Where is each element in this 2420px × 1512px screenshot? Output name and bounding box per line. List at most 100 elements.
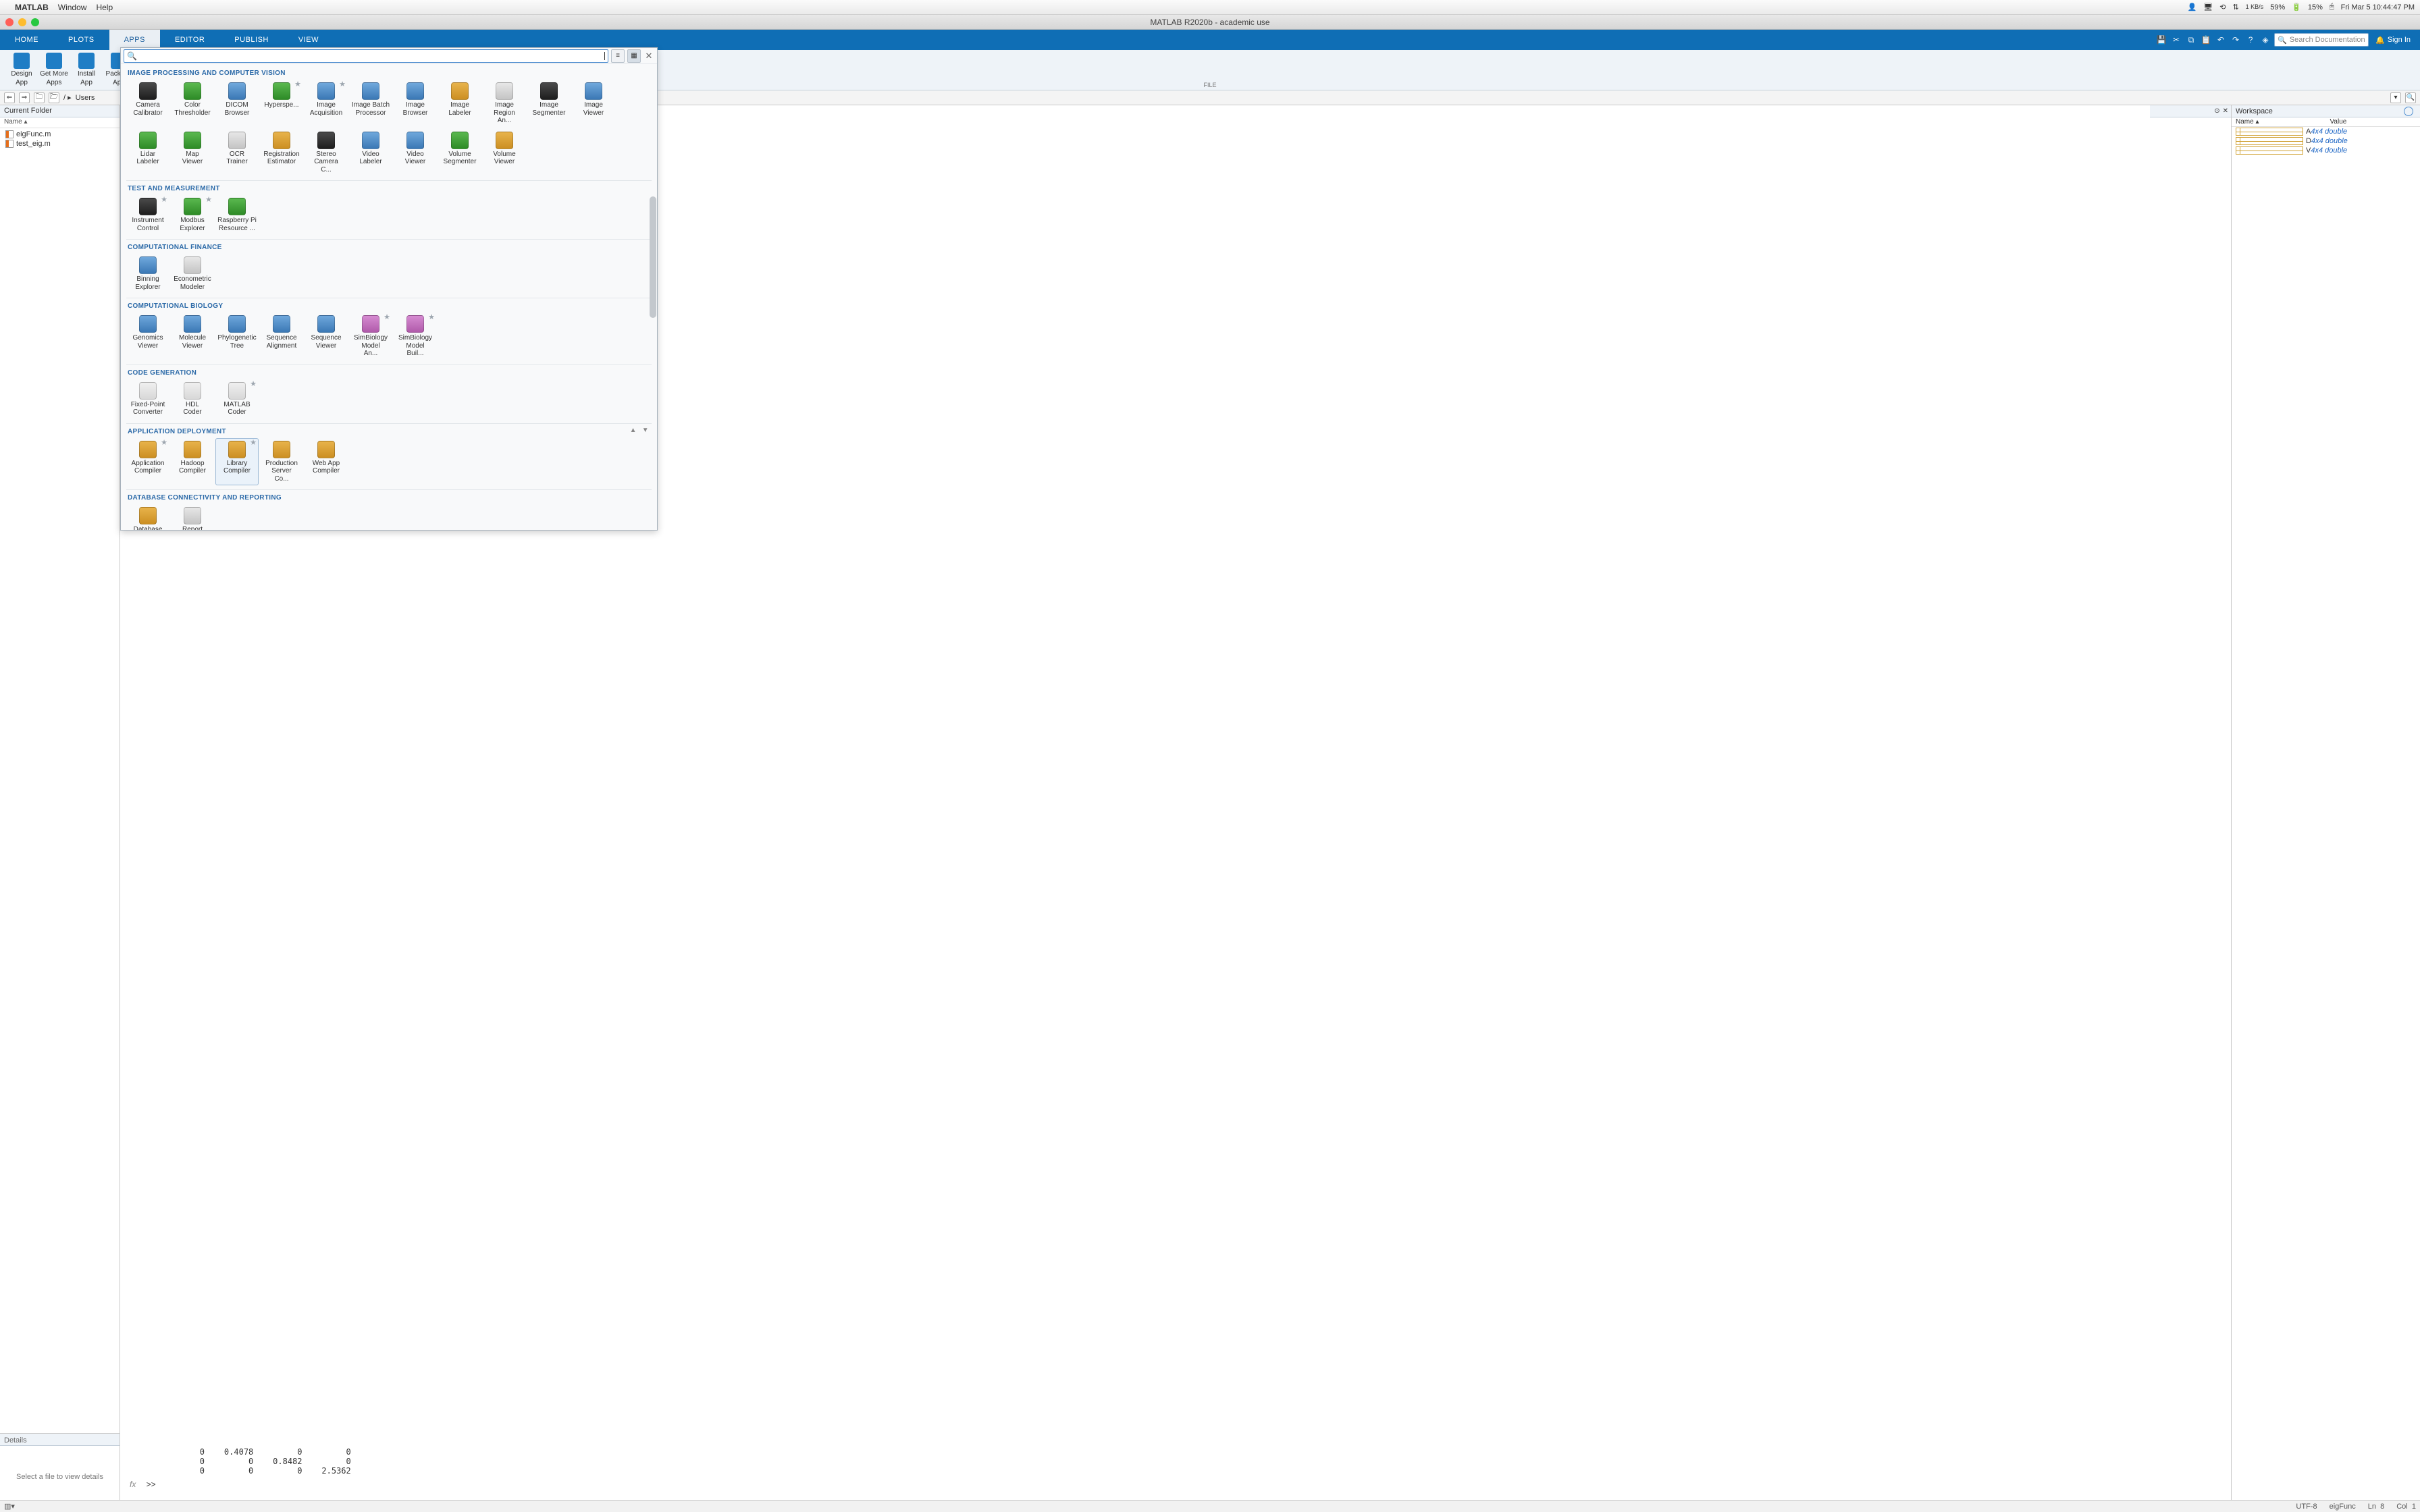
- favorite-star-icon[interactable]: ★: [161, 196, 167, 205]
- app-binning-explorer[interactable]: BinningExplorer: [126, 254, 169, 294]
- favorite-star-icon[interactable]: ★: [250, 439, 257, 448]
- command-prompt[interactable]: fx >>: [130, 1480, 156, 1489]
- app-image-browser[interactable]: ImageBrowser: [394, 80, 437, 128]
- app-ocr-trainer[interactable]: OCRTrainer: [215, 129, 259, 177]
- display-icon[interactable]: 🖥: [2203, 3, 2213, 11]
- browse-button[interactable]: 🗁: [49, 92, 59, 103]
- app-registration-estimator[interactable]: RegistrationEstimator: [260, 129, 303, 177]
- current-folder-name-col[interactable]: Name ▴: [0, 117, 120, 128]
- app-genomics-viewer[interactable]: GenomicsViewer: [126, 313, 169, 360]
- app-volume-segmenter[interactable]: VolumeSegmenter: [438, 129, 481, 177]
- save-icon[interactable]: 💾: [2155, 34, 2167, 46]
- app-lidar-labeler[interactable]: LidarLabeler: [126, 129, 169, 177]
- app-image-region-an-[interactable]: Image RegionAn...: [483, 80, 526, 128]
- gallery-search-field[interactable]: [140, 52, 601, 60]
- paste-icon[interactable]: 📋: [2200, 34, 2212, 46]
- favorite-star-icon[interactable]: ★: [339, 80, 346, 89]
- help-icon[interactable]: ?: [2244, 34, 2257, 46]
- app-library-compiler[interactable]: ★LibraryCompiler: [215, 438, 259, 486]
- battery-1-icon[interactable]: 🔋: [2292, 3, 2301, 11]
- app-database-explorer[interactable]: DatabaseExplorer: [126, 504, 169, 530]
- path-sep[interactable]: / ▸: [63, 93, 72, 102]
- app-modbus-explorer[interactable]: ★ModbusExplorer: [171, 195, 214, 235]
- app-simbiology-model-buil-[interactable]: ★SimBiology ModelBuil...: [394, 313, 437, 360]
- workspace-col-name[interactable]: Name ▴: [2232, 117, 2326, 126]
- app-map-viewer[interactable]: MapViewer: [171, 129, 214, 177]
- file-item[interactable]: eigFunc.m: [3, 130, 117, 139]
- app-dicom-browser[interactable]: DICOMBrowser: [215, 80, 259, 128]
- sign-in-button[interactable]: 🔔 Sign In: [2371, 36, 2415, 45]
- workspace-var-row[interactable]: D4x4 double: [2232, 136, 2420, 146]
- path-search-button[interactable]: 🔍: [2405, 92, 2416, 103]
- tab-plots[interactable]: PLOTS: [53, 30, 109, 50]
- workspace-var-row[interactable]: A4x4 double: [2232, 127, 2420, 136]
- favorite-star-icon[interactable]: ★: [428, 313, 435, 322]
- zoom-window-button[interactable]: [31, 18, 39, 26]
- undo-icon[interactable]: ↶: [2215, 34, 2227, 46]
- favorite-star-icon[interactable]: ★: [294, 80, 301, 89]
- gallery-body[interactable]: IMAGE PROCESSING AND COMPUTER VISIONCame…: [121, 64, 657, 530]
- close-panel-icon[interactable]: ✕: [2223, 107, 2228, 115]
- copy-icon[interactable]: ⧉: [2185, 34, 2197, 46]
- app-report-generator[interactable]: ReportGenerator: [171, 504, 214, 530]
- view-list-button[interactable]: ≡: [611, 49, 625, 63]
- fx-icon[interactable]: fx: [130, 1480, 136, 1489]
- app-image-acquisition[interactable]: ★ImageAcquisition: [305, 80, 348, 128]
- minimize-panel-icon[interactable]: ⊙: [2214, 107, 2219, 115]
- sync-icon[interactable]: ⟲: [2219, 3, 2226, 11]
- app-application-compiler[interactable]: ★ApplicationCompiler: [126, 438, 169, 486]
- close-window-button[interactable]: [5, 18, 14, 26]
- app-hdl-coder[interactable]: HDLCoder: [171, 379, 214, 419]
- menu-window[interactable]: Window: [58, 3, 87, 12]
- path-segment[interactable]: Users: [76, 94, 95, 102]
- back-button[interactable]: ⇐: [4, 92, 15, 103]
- gallery-scrollbar-thumb[interactable]: [650, 196, 656, 318]
- app-color-thresholder[interactable]: ColorThresholder: [171, 80, 214, 128]
- app-video-viewer[interactable]: VideoViewer: [394, 129, 437, 177]
- app-sequence-alignment[interactable]: SequenceAlignment: [260, 313, 303, 360]
- redo-icon[interactable]: ↷: [2230, 34, 2242, 46]
- battery-2-icon[interactable]: 🖱: [2330, 3, 2334, 11]
- net-speed-icon[interactable]: ⇅: [2232, 3, 2238, 11]
- app-simbiology-model-an-[interactable]: ★SimBiology ModelAn...: [349, 313, 392, 360]
- app-image-labeler[interactable]: ImageLabeler: [438, 80, 481, 128]
- datetime[interactable]: Fri Mar 5 10:44:47 PM: [2341, 3, 2415, 11]
- app-hadoop-compiler[interactable]: HadoopCompiler: [171, 438, 214, 486]
- addon-icon[interactable]: ◈: [2259, 34, 2271, 46]
- up-folder-button[interactable]: 🗀: [34, 92, 45, 103]
- app-phylogenetic-tree[interactable]: PhylogeneticTree: [215, 313, 259, 360]
- move-up-icon[interactable]: ▲: [630, 427, 637, 434]
- app-molecule-viewer[interactable]: MoleculeViewer: [171, 313, 214, 360]
- app-sequence-viewer[interactable]: SequenceViewer: [305, 313, 348, 360]
- view-grid-button[interactable]: ▦: [627, 49, 641, 63]
- menubar-app-name[interactable]: MATLAB: [15, 3, 49, 12]
- favorite-star-icon[interactable]: ★: [205, 196, 212, 205]
- menu-help[interactable]: Help: [96, 3, 113, 12]
- favorite-star-icon[interactable]: ★: [161, 439, 167, 448]
- app-hyperspe-[interactable]: ★Hyperspe...: [260, 80, 303, 128]
- app-image-viewer[interactable]: ImageViewer: [572, 80, 615, 128]
- gallery-close-button[interactable]: ✕: [643, 51, 654, 61]
- app-fixed-point-converter[interactable]: Fixed-PointConverter: [126, 379, 169, 419]
- app-stereo-camera-c-[interactable]: Stereo CameraC...: [305, 129, 348, 177]
- app-web-app-compiler[interactable]: Web AppCompiler: [305, 438, 348, 486]
- app-instrument-control[interactable]: ★InstrumentControl: [126, 195, 169, 235]
- app-image-batch-processor[interactable]: Image BatchProcessor: [349, 80, 392, 128]
- app-volume-viewer[interactable]: VolumeViewer: [483, 129, 526, 177]
- user-icon[interactable]: 👤: [2188, 3, 2197, 11]
- status-left-icon[interactable]: ▥▾: [4, 1502, 15, 1511]
- file-item[interactable]: test_eig.m: [3, 139, 117, 148]
- app-econometric-modeler[interactable]: EconometricModeler: [171, 254, 214, 294]
- tab-home[interactable]: HOME: [0, 30, 53, 50]
- minimize-window-button[interactable]: [18, 18, 26, 26]
- cut-icon[interactable]: ✂: [2170, 34, 2182, 46]
- app-camera-calibrator[interactable]: CameraCalibrator: [126, 80, 169, 128]
- search-doc-input[interactable]: 🔍 Search Documentation: [2274, 33, 2369, 47]
- app-raspberry-pi-resource-[interactable]: Raspberry PiResource ...: [215, 195, 259, 235]
- path-dropdown-button[interactable]: ▾: [2390, 92, 2401, 103]
- app-matlab-coder[interactable]: ★MATLABCoder: [215, 379, 259, 419]
- workspace-col-value[interactable]: Value: [2326, 117, 2420, 126]
- app-image-segmenter[interactable]: ImageSegmenter: [527, 80, 571, 128]
- workspace-var-row[interactable]: V4x4 double: [2232, 146, 2420, 155]
- workspace-search-icon[interactable]: [2404, 107, 2413, 116]
